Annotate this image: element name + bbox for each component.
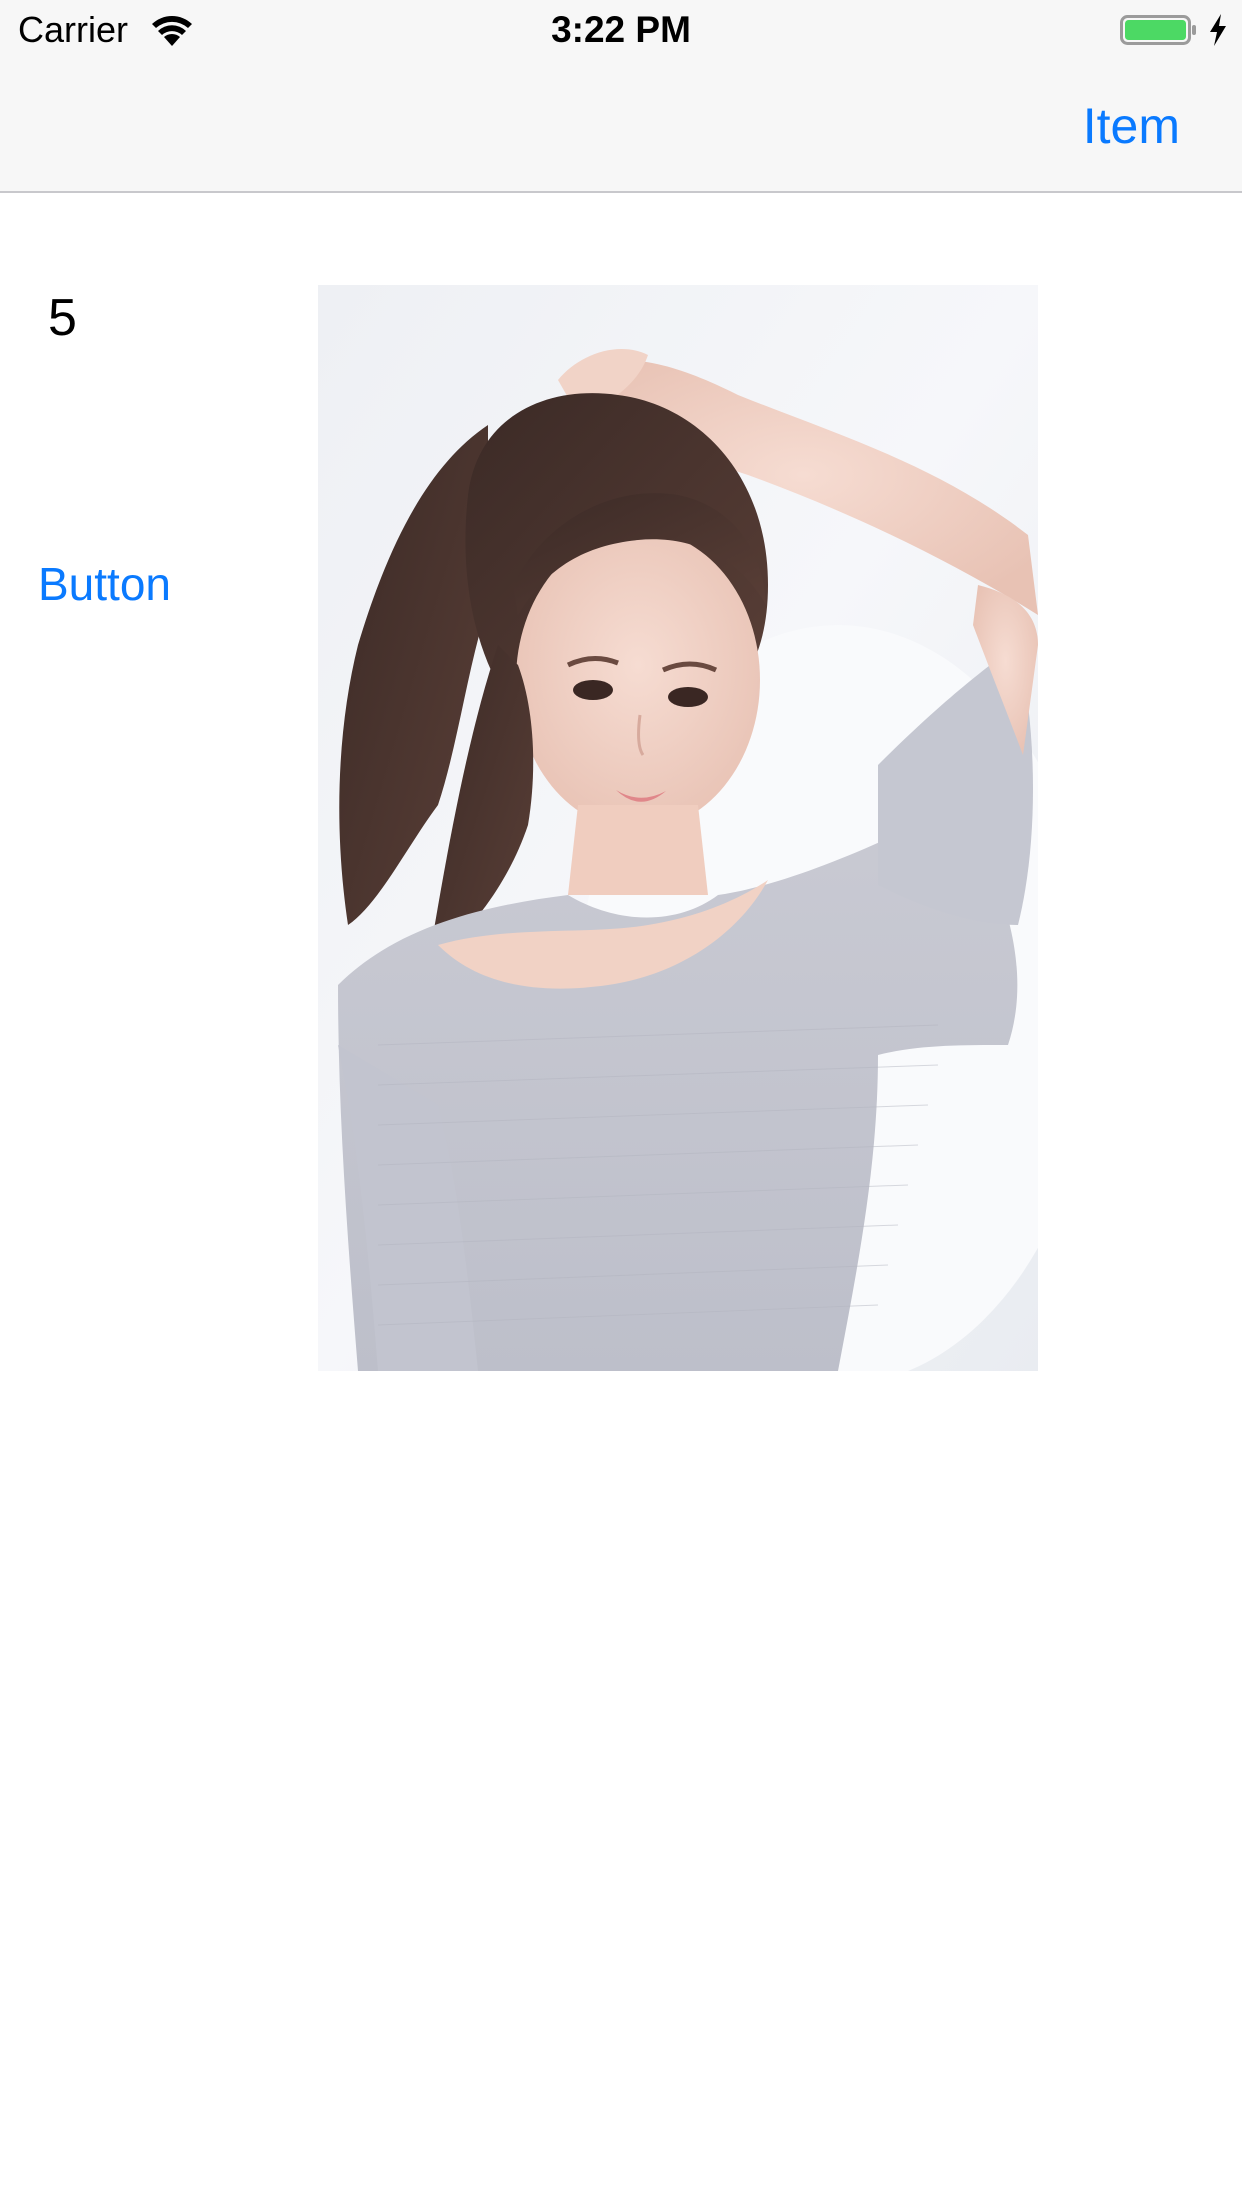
nav-item-button[interactable]: Item	[1083, 94, 1180, 158]
action-button[interactable]: Button	[38, 552, 171, 616]
counter-label: 5	[48, 289, 77, 347]
battery-icon	[1120, 15, 1196, 45]
photo-image	[318, 285, 1038, 1371]
status-time: 3:22 PM	[551, 9, 691, 50]
app-screen: Carrier 3:22 PM Item 5 Button	[0, 0, 1242, 2208]
charging-bolt-icon	[1210, 14, 1226, 46]
status-bar: Carrier 3:22 PM	[0, 0, 1242, 62]
navigation-bar: Item	[0, 62, 1242, 193]
